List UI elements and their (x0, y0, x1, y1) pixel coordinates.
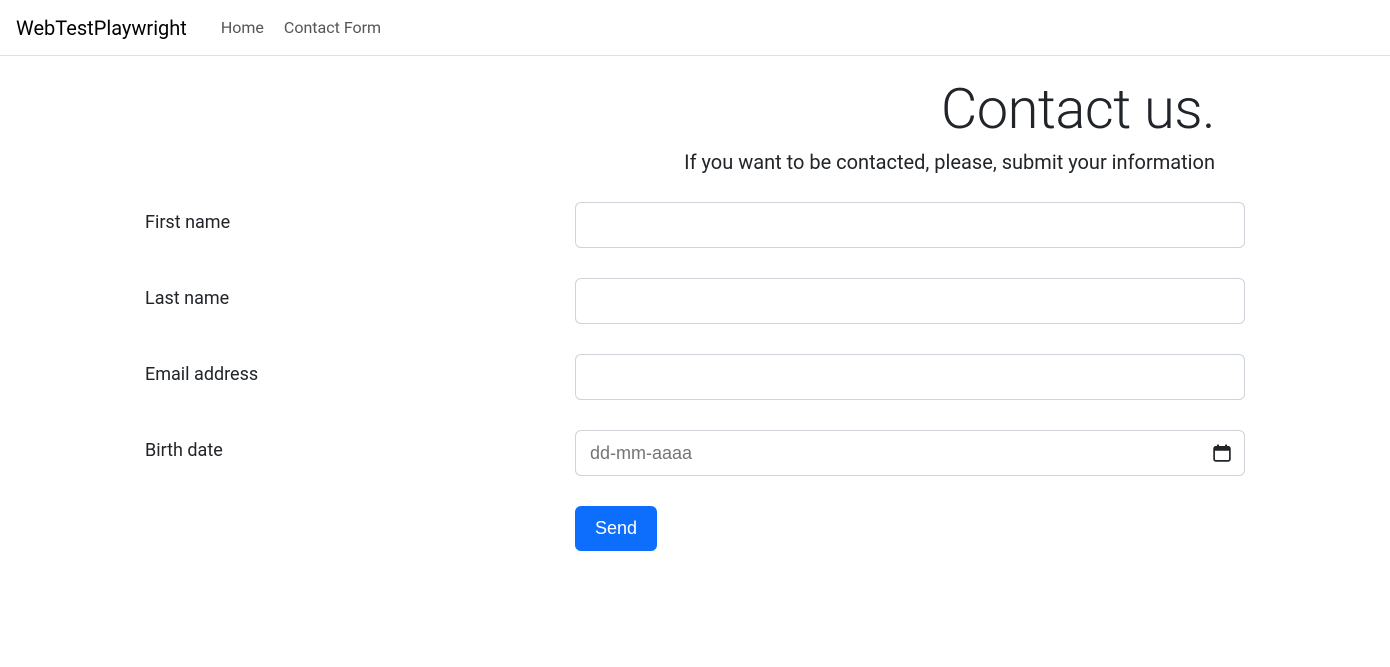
form-row-email: Email address (145, 354, 1245, 400)
heading-block: Contact us. If you want to be contacted,… (145, 76, 1245, 174)
first-name-label: First name (145, 202, 575, 233)
email-input[interactable] (575, 354, 1245, 400)
last-name-label: Last name (145, 278, 575, 309)
email-label: Email address (145, 354, 575, 385)
navbar: WebTestPlaywright Home Contact Form (0, 0, 1390, 56)
form-row-last-name: Last name (145, 278, 1245, 324)
page-subtitle: If you want to be contacted, please, sub… (145, 150, 1215, 174)
form-row-birth-date: Birth date (145, 430, 1245, 476)
birth-date-label: Birth date (145, 430, 575, 461)
submit-row: Send (145, 506, 1245, 551)
nav-link-contact-form[interactable]: Contact Form (274, 10, 391, 45)
nav-link-home[interactable]: Home (211, 10, 274, 45)
page-title: Contact us. (145, 76, 1215, 142)
navbar-brand[interactable]: WebTestPlaywright (16, 12, 187, 44)
first-name-input[interactable] (575, 202, 1245, 248)
birth-date-wrapper[interactable] (575, 430, 1245, 476)
main-container: Contact us. If you want to be contacted,… (145, 56, 1245, 571)
form-row-first-name: First name (145, 202, 1245, 248)
last-name-input[interactable] (575, 278, 1245, 324)
birth-date-input[interactable] (575, 430, 1245, 476)
send-button[interactable]: Send (575, 506, 657, 551)
